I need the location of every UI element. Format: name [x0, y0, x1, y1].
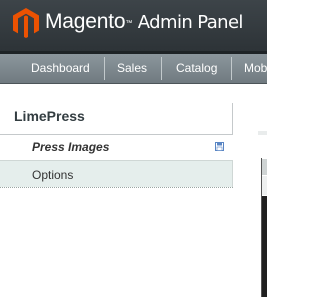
magento-logo-icon[interactable] — [13, 8, 39, 38]
main-nav: Dashboard Sales Catalog Mob — [0, 54, 267, 84]
tab-press-images[interactable]: Press Images — [0, 136, 233, 160]
tab-options[interactable]: Options — [0, 160, 233, 187]
nav-item-dashboard[interactable]: Dashboard — [31, 54, 90, 83]
brand-subtitle: Admin Panel — [137, 12, 244, 33]
tab-options-label: Options — [32, 168, 74, 182]
sidebar-title: LimePress — [14, 108, 85, 124]
save-icon[interactable] — [215, 142, 224, 151]
nav-item-mobile[interactable]: Mob — [244, 54, 267, 83]
nav-item-sales[interactable]: Sales — [117, 54, 147, 83]
right-panel-row — [262, 176, 267, 195]
brand-trademark: ™ — [125, 20, 133, 27]
sidebar-title-divider — [0, 134, 233, 135]
right-panel-image — [262, 196, 267, 297]
tab-press-images-label: Press Images — [32, 140, 110, 154]
brand-title: Magento™ Admin Panel — [45, 10, 243, 35]
nav-separator — [161, 57, 162, 80]
tab-dotted-divider — [0, 187, 233, 188]
nav-item-catalog[interactable]: Catalog — [176, 54, 217, 83]
admin-header: Magento™ Admin Panel — [0, 0, 267, 51]
content-header-bar — [258, 131, 267, 135]
brand-name: Magento — [45, 10, 126, 33]
nav-separator — [231, 57, 232, 80]
nav-separator — [104, 57, 105, 80]
sidebar-border — [232, 103, 233, 135]
right-panel-header — [262, 159, 267, 175]
